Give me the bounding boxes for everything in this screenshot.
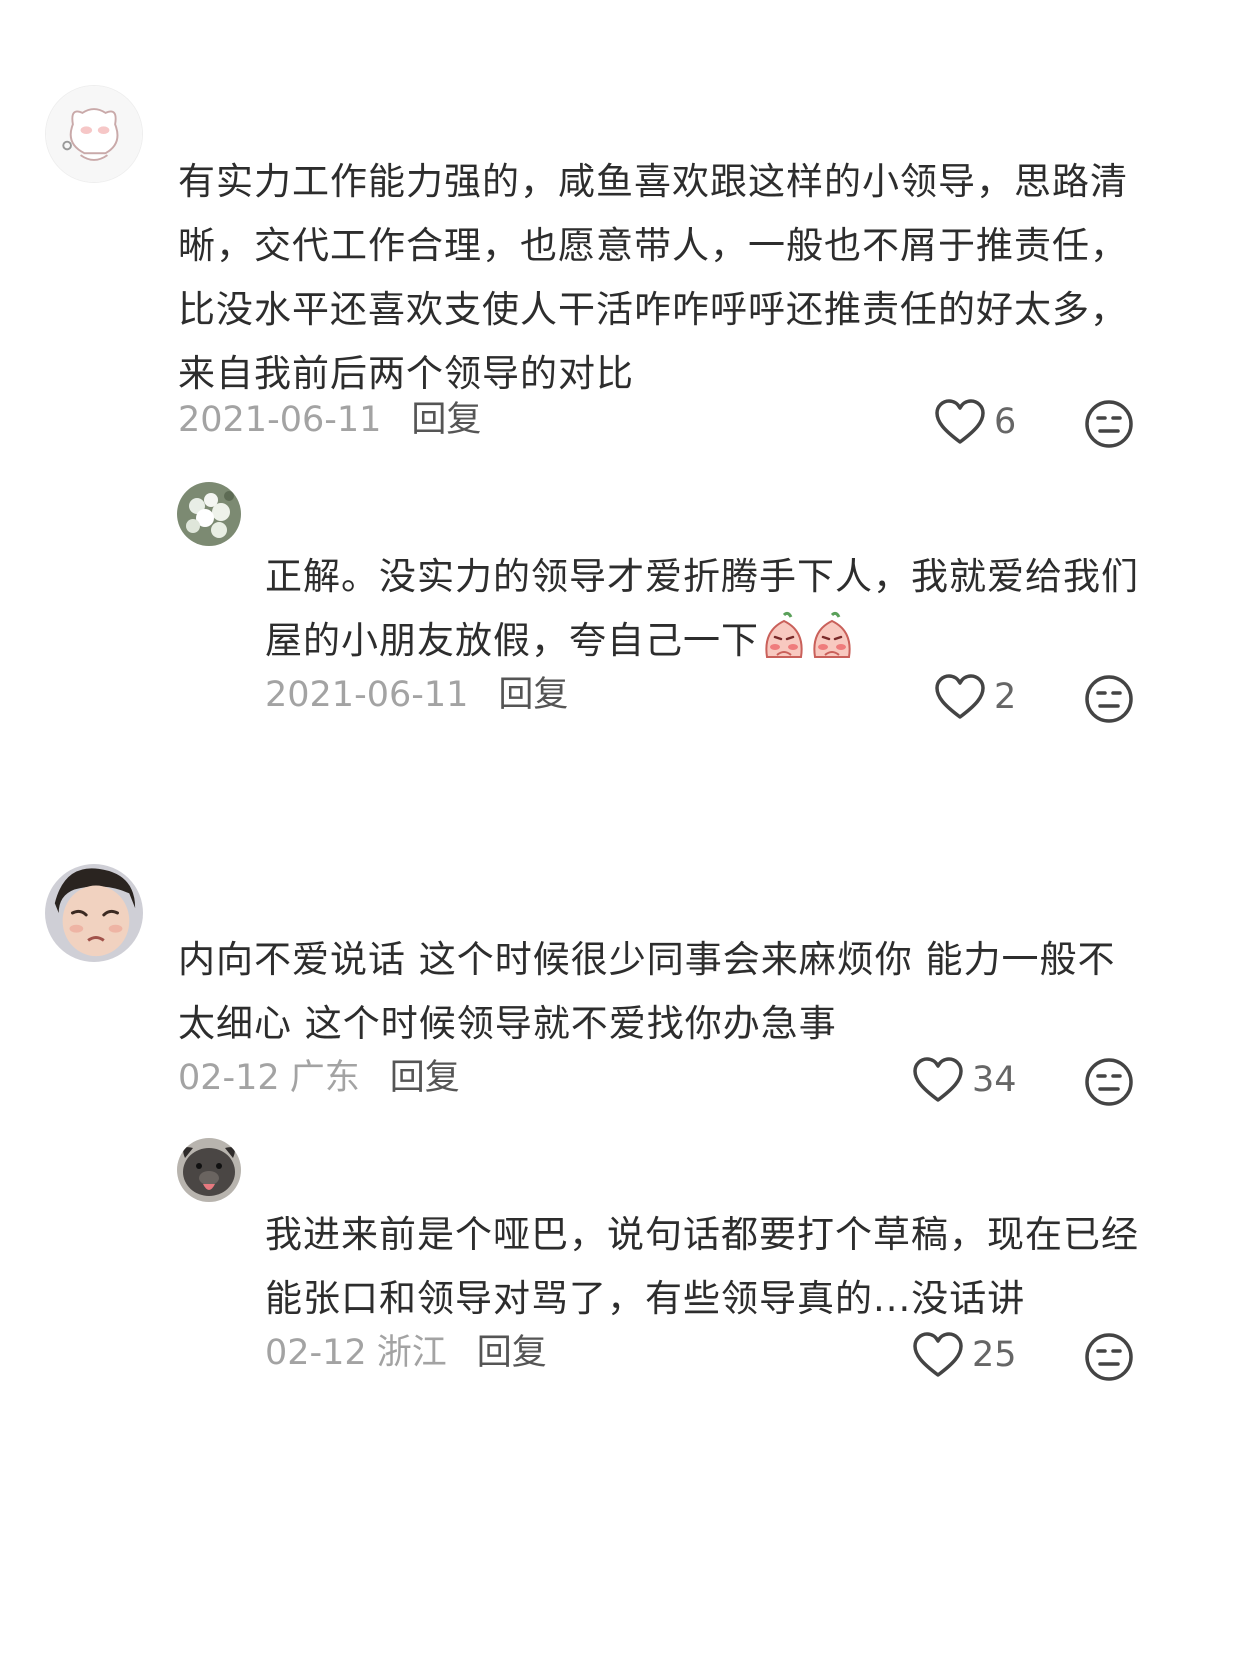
like-button[interactable]: 34	[912, 1056, 1017, 1104]
dislike-button[interactable]	[1083, 398, 1135, 450]
shy-emoji-icon	[813, 611, 851, 658]
dog-avatar-icon	[177, 1138, 241, 1202]
comment-meta: 2021-06-11 回复	[265, 673, 568, 717]
reply-button[interactable]: 回复	[390, 1058, 460, 1098]
like-count: 25	[972, 1335, 1017, 1375]
comment-date: 2021-06-11	[265, 675, 469, 715]
shy-emoji-icon	[765, 611, 803, 658]
reply-button[interactable]: 回复	[411, 400, 481, 440]
heart-icon	[913, 1057, 963, 1102]
dislike-button[interactable]	[1083, 1056, 1135, 1108]
avatar[interactable]	[177, 1138, 241, 1202]
heart-icon	[913, 1332, 963, 1377]
comment-meta: 02-12 广东 回复	[178, 1056, 460, 1100]
like-count: 2	[994, 677, 1017, 717]
reply-button[interactable]: 回复	[477, 1333, 547, 1373]
cartoon-cat-avatar-icon	[46, 86, 142, 182]
dislike-button[interactable]	[1083, 1331, 1135, 1383]
comment-date: 02-12	[265, 1333, 367, 1373]
unamused-face-icon	[1085, 1333, 1133, 1381]
avatar[interactable]	[45, 864, 143, 962]
avatar[interactable]	[45, 85, 143, 183]
comment-meta: 02-12 浙江 回复	[265, 1331, 547, 1375]
like-button[interactable]: 2	[934, 673, 1016, 721]
reply-text: 我进来前是个哑巴，说句话都要打个草稿，现在已经能张口和领导对骂了，有些领导真的.…	[265, 1213, 1139, 1320]
comment-text: 内向不爱说话 这个时候很少同事会来麻烦你 能力一般不太细心 这个时候领导就不爱找…	[178, 938, 1116, 1045]
dislike-button[interactable]	[1083, 673, 1135, 725]
comment-date: 02-12	[178, 1058, 280, 1098]
like-count: 6	[994, 402, 1017, 442]
comment-date: 2021-06-11	[178, 400, 382, 440]
comment-location: 浙江	[376, 1333, 447, 1373]
child-face-avatar-icon	[45, 864, 143, 962]
comment-location: 广东	[289, 1058, 360, 1098]
unamused-face-icon	[1085, 675, 1133, 723]
heart-icon	[935, 674, 985, 719]
like-count: 34	[972, 1060, 1017, 1100]
unamused-face-icon	[1085, 400, 1133, 448]
comment-text: 有实力工作能力强的，咸鱼喜欢跟这样的小领导，思路清晰，交代工作合理，也愿意带人，…	[178, 160, 1128, 395]
unamused-face-icon	[1085, 1058, 1133, 1106]
reply-button[interactable]: 回复	[498, 675, 568, 715]
flowers-avatar-icon	[177, 482, 241, 546]
reply-text: 正解。没实力的领导才爱折腾手下人，我就爱给我们屋的小朋友放假，夸自己一下	[265, 555, 1139, 662]
like-button[interactable]: 6	[934, 398, 1016, 446]
heart-icon	[935, 399, 985, 444]
avatar[interactable]	[177, 482, 241, 546]
like-button[interactable]: 25	[912, 1331, 1017, 1379]
comment-meta: 2021-06-11 回复	[178, 398, 481, 442]
